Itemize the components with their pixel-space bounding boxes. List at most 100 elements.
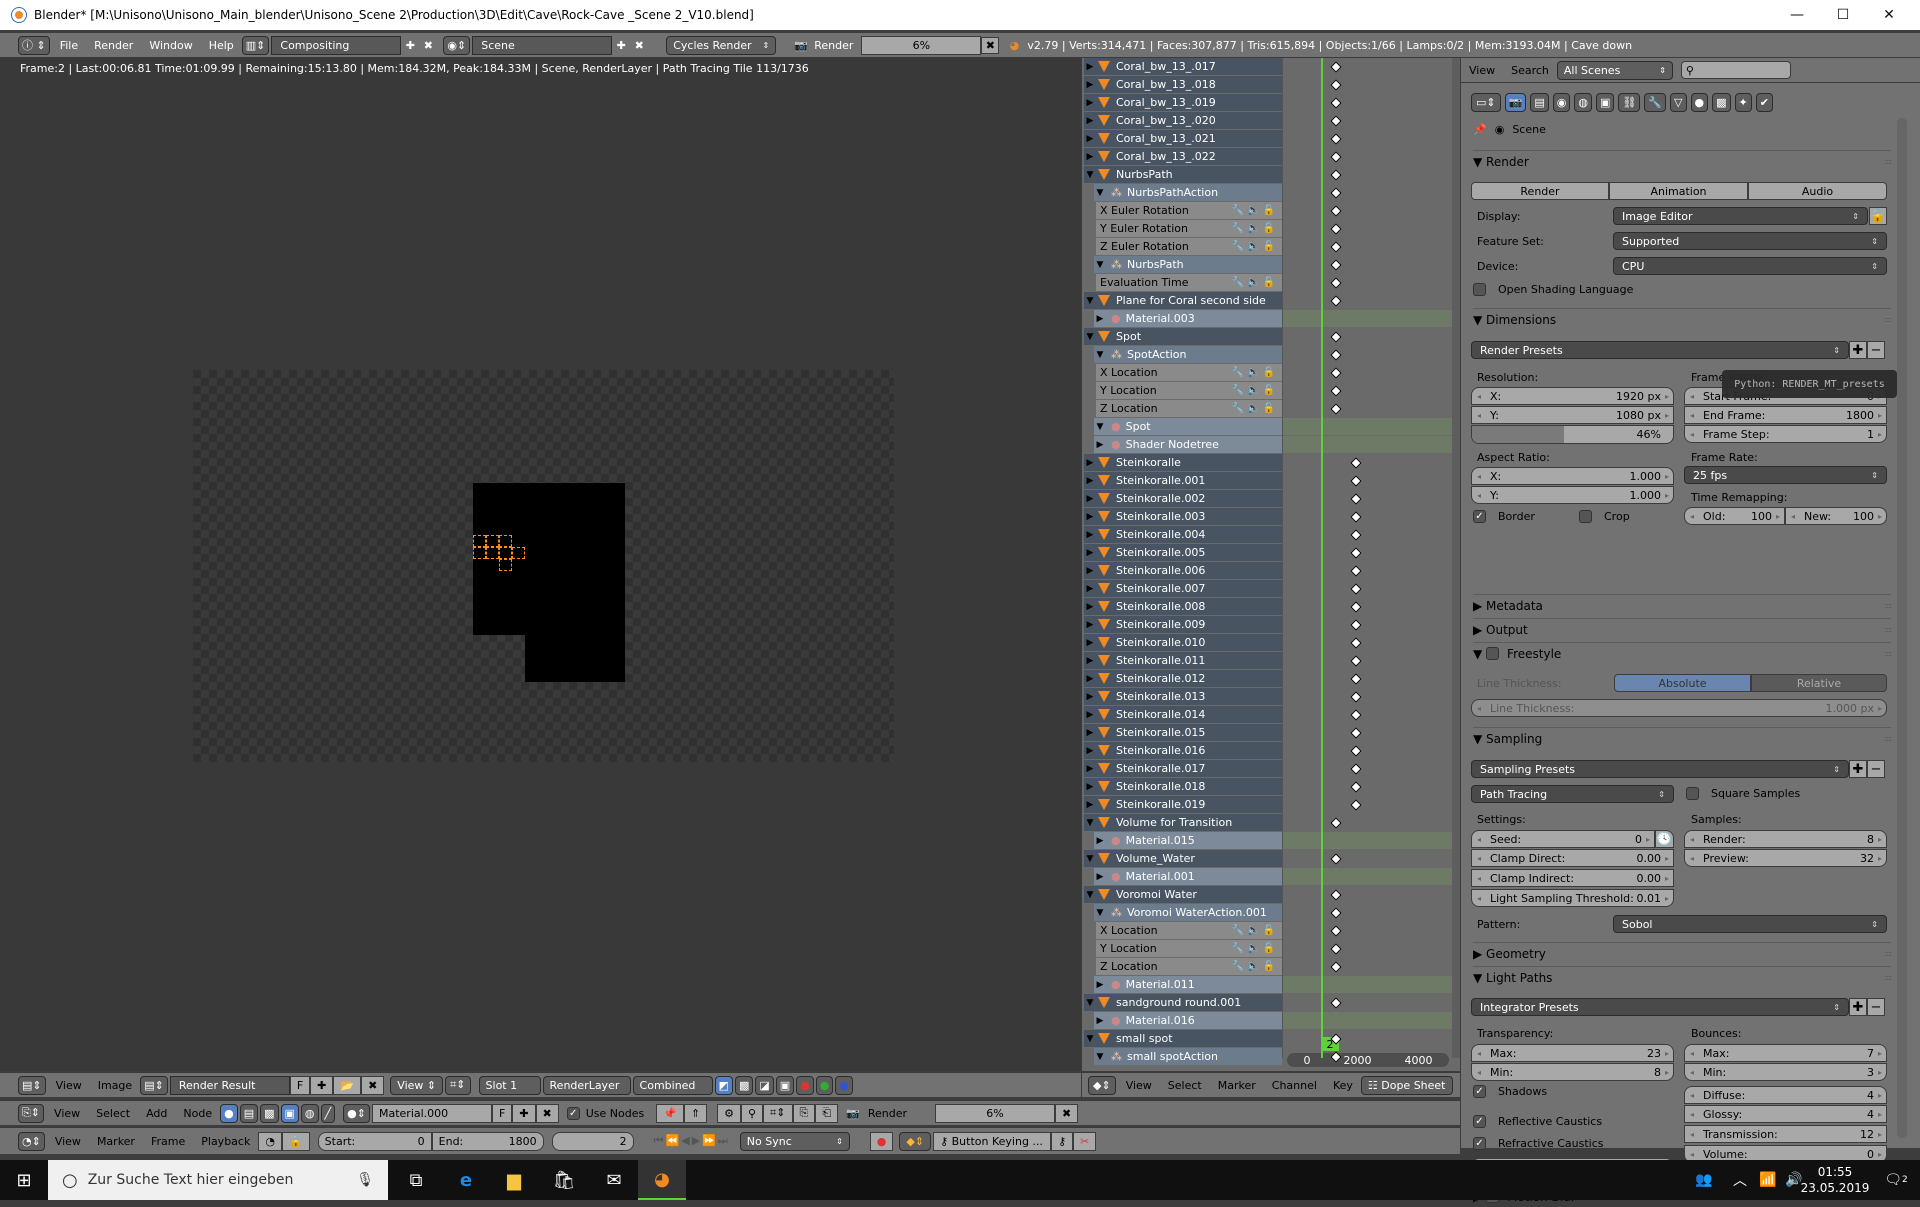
sampling-presets-select[interactable]: Sampling Presets ⇕ xyxy=(1471,760,1849,778)
freestyle-checkbox[interactable] xyxy=(1486,647,1500,660)
editor-type-node-icon[interactable]: ⎘⇕ xyxy=(18,1103,45,1123)
keyframe[interactable] xyxy=(1330,925,1342,937)
render-audio-button[interactable]: Audio xyxy=(1748,182,1887,200)
new-material-icon[interactable]: ✚ xyxy=(512,1103,536,1123)
screen-layout-icon[interactable]: ▥⇕ xyxy=(241,35,270,55)
expand-triangle-icon[interactable]: ▶ xyxy=(1094,440,1106,450)
color-alpha-icon[interactable]: ◩ xyxy=(714,1075,733,1095)
dope-channel-row[interactable]: ▶ Coral_bw_13_.022 xyxy=(1084,148,1282,165)
sync-mode-select[interactable]: No Sync ⇕ xyxy=(739,1131,850,1151)
expand-triangle-icon[interactable]: ▶ xyxy=(1084,656,1096,666)
add-sampling-preset-icon[interactable]: ✚ xyxy=(1849,760,1867,778)
editor-type-image-icon[interactable]: ▤⇕ xyxy=(18,1075,46,1095)
compositing-nodes-icon[interactable]: ▤ xyxy=(239,1103,259,1123)
panel-render-header[interactable]: ▼ Render:::: xyxy=(1473,150,1892,172)
dope-channel-row[interactable]: ▼ small spot xyxy=(1084,1030,1282,1047)
tab-object-icon[interactable]: ▣ xyxy=(1595,93,1615,112)
delete-keyframe-icon[interactable]: ✂ xyxy=(1073,1131,1097,1151)
windows-start-icon[interactable]: ⊞ xyxy=(0,1160,48,1200)
properties-search-input[interactable]: ⚲ xyxy=(1680,61,1791,79)
keyframe[interactable] xyxy=(1350,763,1362,775)
microphone-icon[interactable]: 🎙 xyxy=(356,1172,374,1188)
blender-taskbar-icon[interactable]: ◕ xyxy=(638,1160,686,1200)
render-engine-select[interactable]: Cycles Render ⇕ xyxy=(666,35,777,55)
frame-step-field[interactable]: Frame Step:1 xyxy=(1684,425,1887,443)
expand-triangle-icon[interactable]: ▶ xyxy=(1094,836,1106,846)
keyframe[interactable] xyxy=(1330,889,1342,901)
dope-channel-row[interactable]: ▼ ⁂ small spotAction xyxy=(1094,1048,1282,1065)
material-name-field[interactable]: Material.000 xyxy=(371,1103,492,1123)
menu-channel[interactable]: Channel xyxy=(1272,1079,1317,1092)
keyframe[interactable] xyxy=(1330,997,1342,1009)
screen-layout-field[interactable]: Compositing xyxy=(271,35,402,55)
dope-channel-row[interactable]: ▼ NurbsPath xyxy=(1084,166,1282,183)
frame-rate-select[interactable]: 25 fps ⇕ xyxy=(1684,466,1887,484)
keyframe[interactable] xyxy=(1330,385,1342,397)
render-pass-select[interactable]: Combined xyxy=(632,1075,713,1095)
tab-scene-icon[interactable]: ◉ xyxy=(1552,93,1571,112)
keyframe[interactable] xyxy=(1330,97,1342,109)
menu-image[interactable]: Image xyxy=(98,1079,132,1092)
collapse-triangle-icon[interactable]: ▼ xyxy=(1084,1034,1096,1044)
collapse-triangle-icon[interactable]: ▼ xyxy=(1094,188,1106,198)
remove-integrator-preset-icon[interactable]: − xyxy=(1867,998,1885,1016)
panel-dimensions-header[interactable]: ▼ Dimensions:::: xyxy=(1473,308,1892,330)
insert-keyframe-icon[interactable]: ⚷ xyxy=(1051,1131,1074,1151)
expand-triangle-icon[interactable]: ▶ xyxy=(1084,692,1096,702)
menu-view[interactable]: View xyxy=(55,1135,81,1148)
absolute-mode-button[interactable]: Absolute xyxy=(1614,674,1751,692)
dope-channel-row[interactable]: X Euler Rotation 🔧🔈🔓 xyxy=(1096,202,1282,219)
dope-channel-row[interactable]: ▼ Volume for Transition xyxy=(1084,814,1282,831)
snap-element-icon[interactable]: ⌗⇕ xyxy=(763,1103,793,1123)
dope-channel-row[interactable]: ▶ Coral_bw_13_.019 xyxy=(1084,94,1282,111)
panel-geometry-header[interactable]: ▶ Geometry:::: xyxy=(1473,942,1892,964)
backdrop-icon[interactable]: ⚙ xyxy=(717,1103,742,1123)
dope-channel-row[interactable]: ▶ Steinkoralle.005 xyxy=(1084,544,1282,561)
unlink-image-icon[interactable]: ✖ xyxy=(361,1075,385,1095)
keyframe[interactable] xyxy=(1330,367,1342,379)
editor-type-dopesheet-icon[interactable]: ◆⇕ xyxy=(1088,1075,1116,1095)
resolution-percentage-slider[interactable]: 46% xyxy=(1471,425,1674,444)
editor-type-info-icon[interactable]: ⓘ ⇕ xyxy=(18,35,50,55)
menu-add[interactable]: Add xyxy=(146,1107,167,1120)
dope-scrollbar[interactable] xyxy=(1452,58,1460,1058)
start-frame-field[interactable]: Start: 0 xyxy=(317,1131,432,1151)
bounces-max-field[interactable]: Max:7 xyxy=(1684,1044,1887,1062)
menu-select[interactable]: Select xyxy=(1168,1079,1202,1092)
edge-browser-icon[interactable]: e xyxy=(442,1160,490,1200)
keyframe[interactable] xyxy=(1330,817,1342,829)
expand-triangle-icon[interactable]: ▶ xyxy=(1084,548,1096,558)
copy-nodes-icon[interactable]: ⎘ xyxy=(792,1103,816,1123)
world-shader-icon[interactable]: ◍ xyxy=(300,1103,319,1123)
menu-view[interactable]: View xyxy=(1126,1079,1152,1092)
dope-channel-row[interactable]: ▶ Steinkoralle xyxy=(1084,454,1282,471)
keyframe[interactable] xyxy=(1330,223,1342,235)
object-shader-icon[interactable]: ▣ xyxy=(280,1103,299,1123)
light-sampling-threshold-field[interactable]: Light Sampling Threshold:0.01 xyxy=(1471,889,1674,907)
keyframe[interactable] xyxy=(1330,277,1342,289)
dope-channel-row[interactable]: ▶ Steinkoralle.001 xyxy=(1084,472,1282,489)
slot-select[interactable]: Slot 1 xyxy=(478,1075,541,1095)
menu-view[interactable]: View xyxy=(54,1107,80,1120)
collapse-triangle-icon[interactable]: ▼ xyxy=(1084,998,1096,1008)
dope-channel-row[interactable]: ▼ Voromoi Water xyxy=(1084,886,1282,903)
collapse-triangle-icon[interactable]: ▼ xyxy=(1094,908,1106,918)
dope-channel-row[interactable]: ▶ Coral_bw_13_.020 xyxy=(1084,112,1282,129)
menu-frame[interactable]: Frame xyxy=(151,1135,185,1148)
dope-channel-row[interactable]: ▶ Steinkoralle.016 xyxy=(1084,742,1282,759)
keyframe[interactable] xyxy=(1330,61,1342,73)
expand-triangle-icon[interactable]: ▶ xyxy=(1084,620,1096,630)
dope-channel-row[interactable]: ▶ ● Material.001 xyxy=(1094,868,1282,885)
dope-channel-row[interactable]: ▶ ● Material.016 xyxy=(1094,1012,1282,1029)
menu-search[interactable]: Search xyxy=(1511,64,1549,77)
menu-file[interactable]: File xyxy=(60,39,78,52)
keyframe[interactable] xyxy=(1350,601,1362,613)
keyframe[interactable] xyxy=(1350,529,1362,541)
expand-triangle-icon[interactable]: ▶ xyxy=(1094,872,1106,882)
fcurve-modifier-mute-lock-icons[interactable]: 🔧🔈🔓 xyxy=(1232,961,1278,972)
menu-key[interactable]: Key xyxy=(1333,1079,1353,1092)
dope-channel-row[interactable]: Y Location 🔧🔈🔓 xyxy=(1096,940,1282,957)
keyframe[interactable] xyxy=(1330,115,1342,127)
alpha-checker-icon[interactable]: ▩ xyxy=(734,1075,754,1095)
seed-field[interactable]: Seed:0 xyxy=(1471,830,1655,848)
